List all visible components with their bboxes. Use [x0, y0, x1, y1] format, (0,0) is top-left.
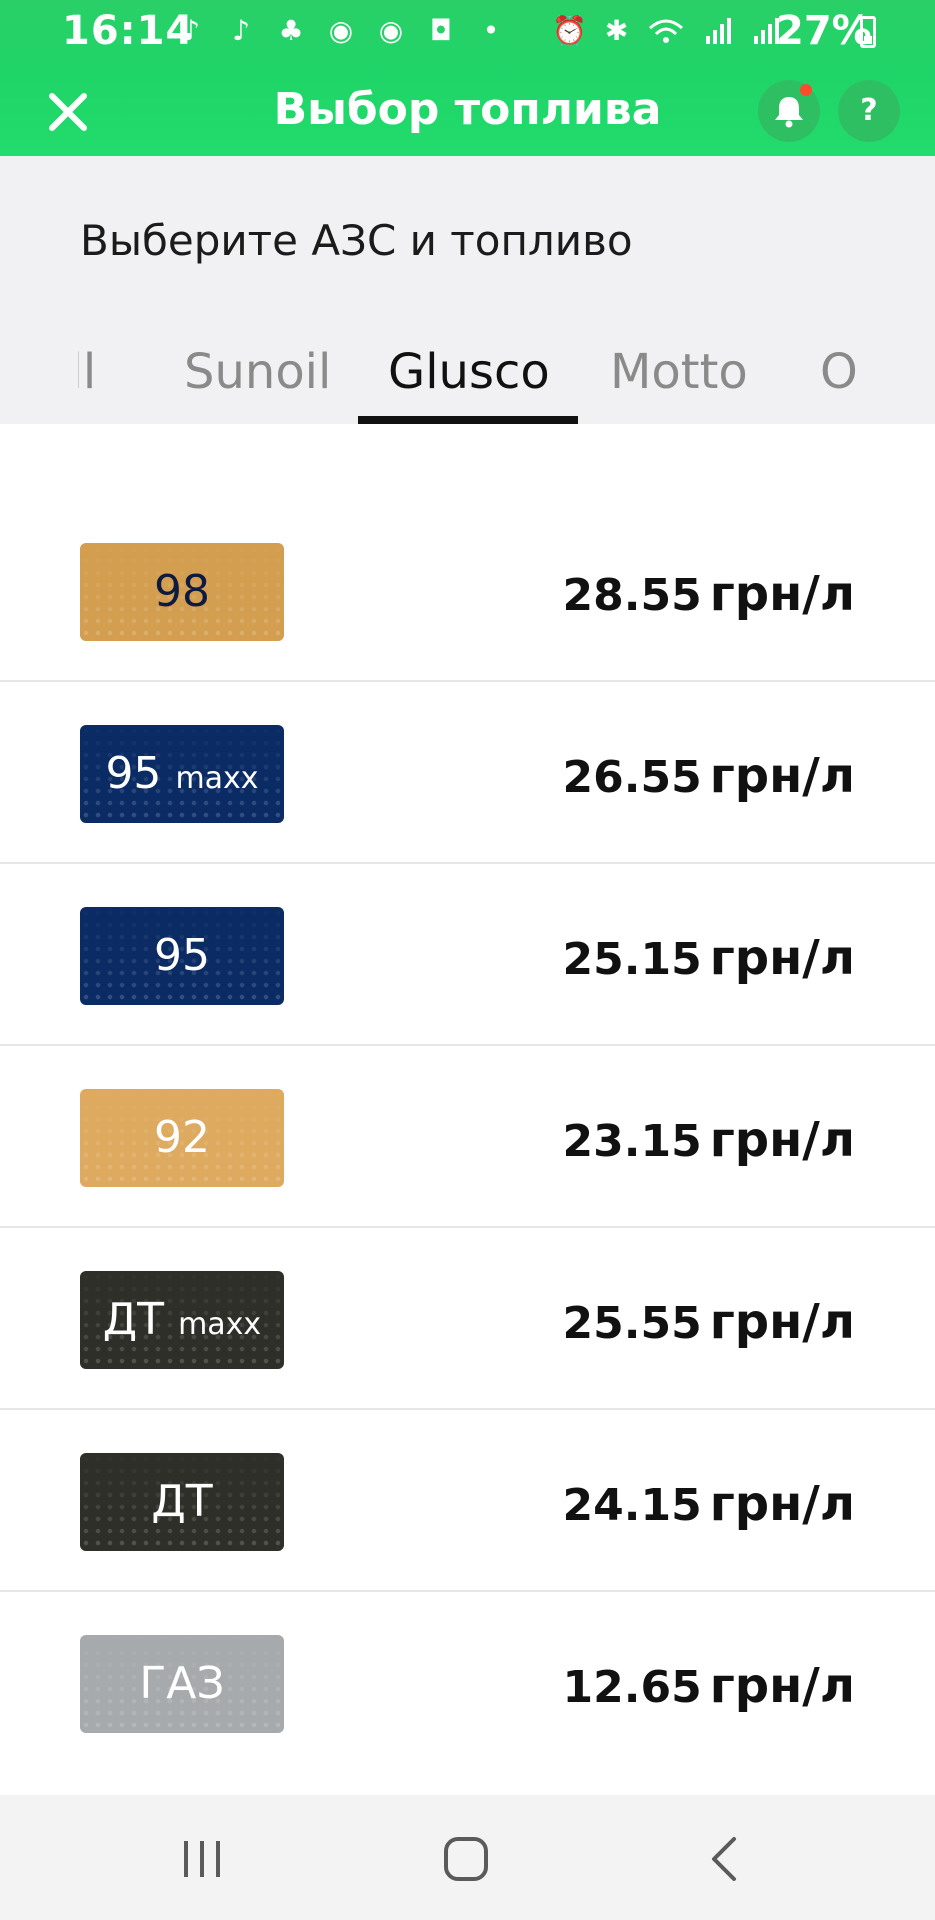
- price-value: 23.15: [562, 1116, 702, 1167]
- fuel-price: 23.15 грн/л: [563, 1100, 855, 1180]
- fuel-badge: ДТ maxx: [80, 1271, 284, 1369]
- back-button[interactable]: [694, 1827, 758, 1891]
- tab-okko[interactable]: O: [820, 324, 858, 424]
- fuel-row[interactable]: 95 25.15 грн/л: [0, 864, 935, 1046]
- fuel-badge: 95: [80, 907, 284, 1005]
- tab-sunoil[interactable]: Sunoil: [184, 324, 331, 424]
- close-icon: [49, 93, 87, 131]
- price-value: 25.55: [562, 1298, 702, 1349]
- dot-icon: •: [482, 14, 500, 47]
- chrome-icon: ◉: [328, 14, 354, 47]
- price-unit: грн/л: [709, 1294, 855, 1350]
- tabs-right-edge: [860, 324, 935, 424]
- app-header: 16:14 ♪ ♪ ♣ ◉ ◉ ◘ • ⏰ ✱ 27% Выбор топлив…: [0, 0, 935, 156]
- fuel-grade: ДТ: [102, 1294, 165, 1345]
- home-button[interactable]: [434, 1827, 498, 1891]
- price-unit: грн/л: [709, 748, 855, 804]
- fuel-price: 25.15 грн/л: [563, 918, 855, 998]
- price-unit: грн/л: [709, 1658, 855, 1714]
- recent-apps-icon: [184, 1841, 220, 1877]
- fuel-suffix: maxx: [178, 1307, 262, 1342]
- fuel-grade: 95: [105, 748, 162, 799]
- fuel-row[interactable]: ДТ 24.15 грн/л: [0, 1410, 935, 1592]
- status-time: 16:14: [62, 8, 195, 54]
- notifications-button[interactable]: [758, 80, 820, 142]
- alarm-icon: ⏰: [552, 14, 587, 47]
- tabs-left-edge: [0, 324, 78, 424]
- fuel-name: 98: [154, 566, 210, 617]
- fuel-badge: 98: [80, 543, 284, 641]
- active-tab-indicator: [358, 416, 578, 424]
- bluetooth-icon: ✱: [604, 14, 629, 47]
- chrome-icon: ◉: [378, 14, 404, 47]
- station-selection: Выберите АЗС и топливо ell Sunoil Glusco…: [0, 156, 935, 424]
- fuel-name: ГАЗ: [139, 1658, 225, 1709]
- fuel-price: 25.55 грн/л: [563, 1282, 855, 1362]
- fuel-name: ДТ: [151, 1476, 213, 1527]
- fuel-badge: 92: [80, 1089, 284, 1187]
- price-unit: грн/л: [709, 1112, 855, 1168]
- tab-motto[interactable]: Motto: [610, 324, 748, 424]
- wifi-icon: [649, 19, 684, 43]
- fuel-name: 95: [154, 930, 210, 981]
- app-icon: ♣: [278, 14, 304, 47]
- price-unit: грн/л: [709, 1476, 855, 1532]
- tab-glusco[interactable]: Glusco: [388, 324, 550, 424]
- fuel-row[interactable]: 98 28.55 грн/л: [0, 500, 935, 682]
- signal-icon: [706, 18, 732, 44]
- fuel-price: 12.65 грн/л: [563, 1646, 855, 1726]
- home-icon: [444, 1837, 488, 1881]
- selection-subtitle: Выберите АЗС и топливо: [80, 216, 633, 265]
- help-button[interactable]: ?: [838, 80, 900, 142]
- notification-badge: [800, 84, 812, 96]
- price-unit: грн/л: [709, 930, 855, 986]
- fuel-price: 24.15 грн/л: [563, 1464, 855, 1544]
- page-title: Выбор топлива: [273, 84, 662, 135]
- recent-apps-button[interactable]: [170, 1827, 234, 1891]
- notification-icons: ♪ ♪ ♣ ◉ ◉ ◘ •: [176, 14, 506, 48]
- fuel-price: 26.55 грн/л: [563, 736, 855, 816]
- fuel-badge: ГАЗ: [80, 1635, 284, 1733]
- status-bar: 16:14 ♪ ♪ ♣ ◉ ◉ ◘ • ⏰ ✱ 27%: [0, 0, 935, 64]
- battery-icon: [860, 16, 876, 48]
- fuel-name: 95 maxx: [105, 748, 258, 799]
- fuel-name: ДТ maxx: [103, 1294, 261, 1345]
- fuel-badge: ДТ: [80, 1453, 284, 1551]
- fuel-badge: 95 maxx: [80, 725, 284, 823]
- fuel-row[interactable]: ГАЗ 12.65 грн/л: [0, 1592, 935, 1774]
- fuel-list: 98 28.55 грн/л 95 maxx 26.55 грн/л 95 25.1…: [0, 500, 935, 1774]
- price-value: 25.15: [562, 934, 702, 985]
- toolbar: Выбор топлива ?: [0, 64, 935, 156]
- price-unit: грн/л: [709, 566, 855, 622]
- price-value: 26.55: [562, 752, 702, 803]
- fuel-row[interactable]: ДТ maxx 25.55 грн/л: [0, 1228, 935, 1410]
- close-button[interactable]: [40, 84, 96, 140]
- fuel-row[interactable]: 92 23.15 грн/л: [0, 1046, 935, 1228]
- fuel-row[interactable]: 95 maxx 26.55 грн/л: [0, 682, 935, 864]
- system-icons: ⏰ ✱: [552, 14, 782, 48]
- station-tabs: ell Sunoil Glusco Motto O: [0, 324, 935, 424]
- app-root: 16:14 ♪ ♪ ♣ ◉ ◉ ◘ • ⏰ ✱ 27% Выбор топлив…: [0, 0, 935, 1920]
- price-value: 12.65: [562, 1662, 702, 1713]
- price-value: 24.15: [562, 1480, 702, 1531]
- battery-percent: 27%: [776, 8, 872, 54]
- instagram-icon: ◘: [429, 14, 453, 47]
- fuel-name: 92: [154, 1112, 210, 1163]
- fuel-price: 28.55 грн/л: [563, 554, 855, 634]
- tiktok-icon: ♪: [232, 14, 250, 47]
- price-value: 28.55: [562, 570, 702, 621]
- navigation-bar: [0, 1795, 935, 1920]
- tiktok-icon: ♪: [182, 14, 200, 47]
- fuel-suffix: maxx: [175, 761, 259, 796]
- back-icon: [712, 1837, 736, 1881]
